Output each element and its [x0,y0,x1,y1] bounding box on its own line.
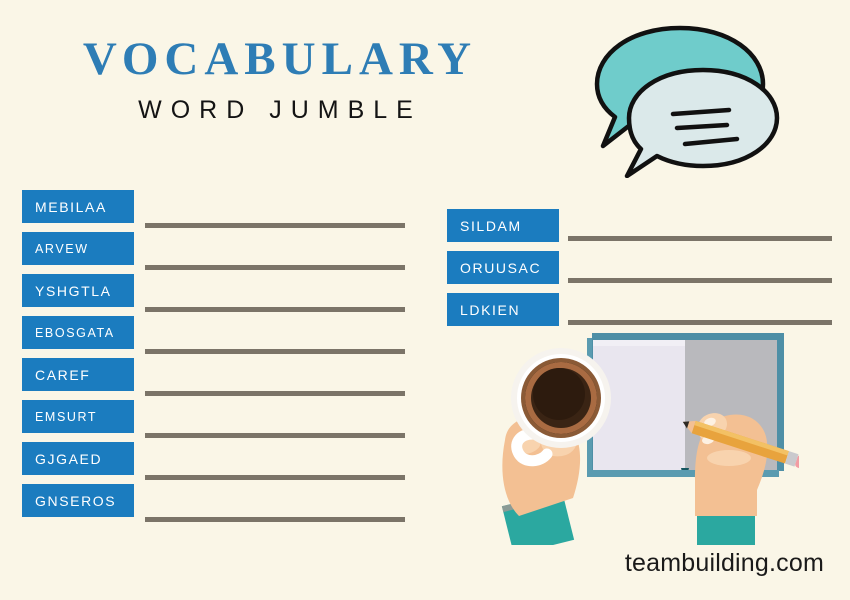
answer-line[interactable] [568,236,832,241]
scrambled-word-box[interactable]: GJGAED [22,442,134,475]
answer-line[interactable] [145,307,405,312]
scrambled-word-box[interactable]: MEBILAA [22,190,134,223]
page-subtitle: WORD JUMBLE [138,96,422,124]
answer-line[interactable] [145,223,405,228]
site-brand: teambuilding.com [624,549,824,577]
scrambled-word-box[interactable]: YSHGTLA [22,274,134,307]
answer-line[interactable] [568,320,832,325]
scrambled-word-box[interactable]: ARVEW [22,232,134,265]
worksheet-canvas: VOCABULARY WORD JUMBLE MEBILAA ARVEW YSHGT… [0,0,850,600]
scrambled-word-box[interactable]: EMSURT [22,400,134,433]
page-title: VOCABULARY [82,33,478,85]
desk-scene-illustration [489,330,810,555]
scrambled-word-box[interactable]: EBOSGATA [22,316,134,349]
answer-line[interactable] [145,433,405,438]
scrambled-word-box[interactable]: GNSEROS [22,484,134,517]
scrambled-word-box[interactable]: SILDAM [447,209,559,242]
answer-line[interactable] [568,278,832,283]
answer-line[interactable] [145,349,405,354]
speech-bubbles-icon [585,18,785,183]
answer-line[interactable] [145,517,405,522]
answer-line[interactable] [145,391,405,396]
answer-line[interactable] [145,265,405,270]
scrambled-word-box[interactable]: ORUUSAC [447,251,559,284]
scrambled-word-box[interactable]: CAREF [22,358,134,391]
scrambled-word-box[interactable]: LDKIEN [447,293,559,326]
answer-line[interactable] [145,475,405,480]
